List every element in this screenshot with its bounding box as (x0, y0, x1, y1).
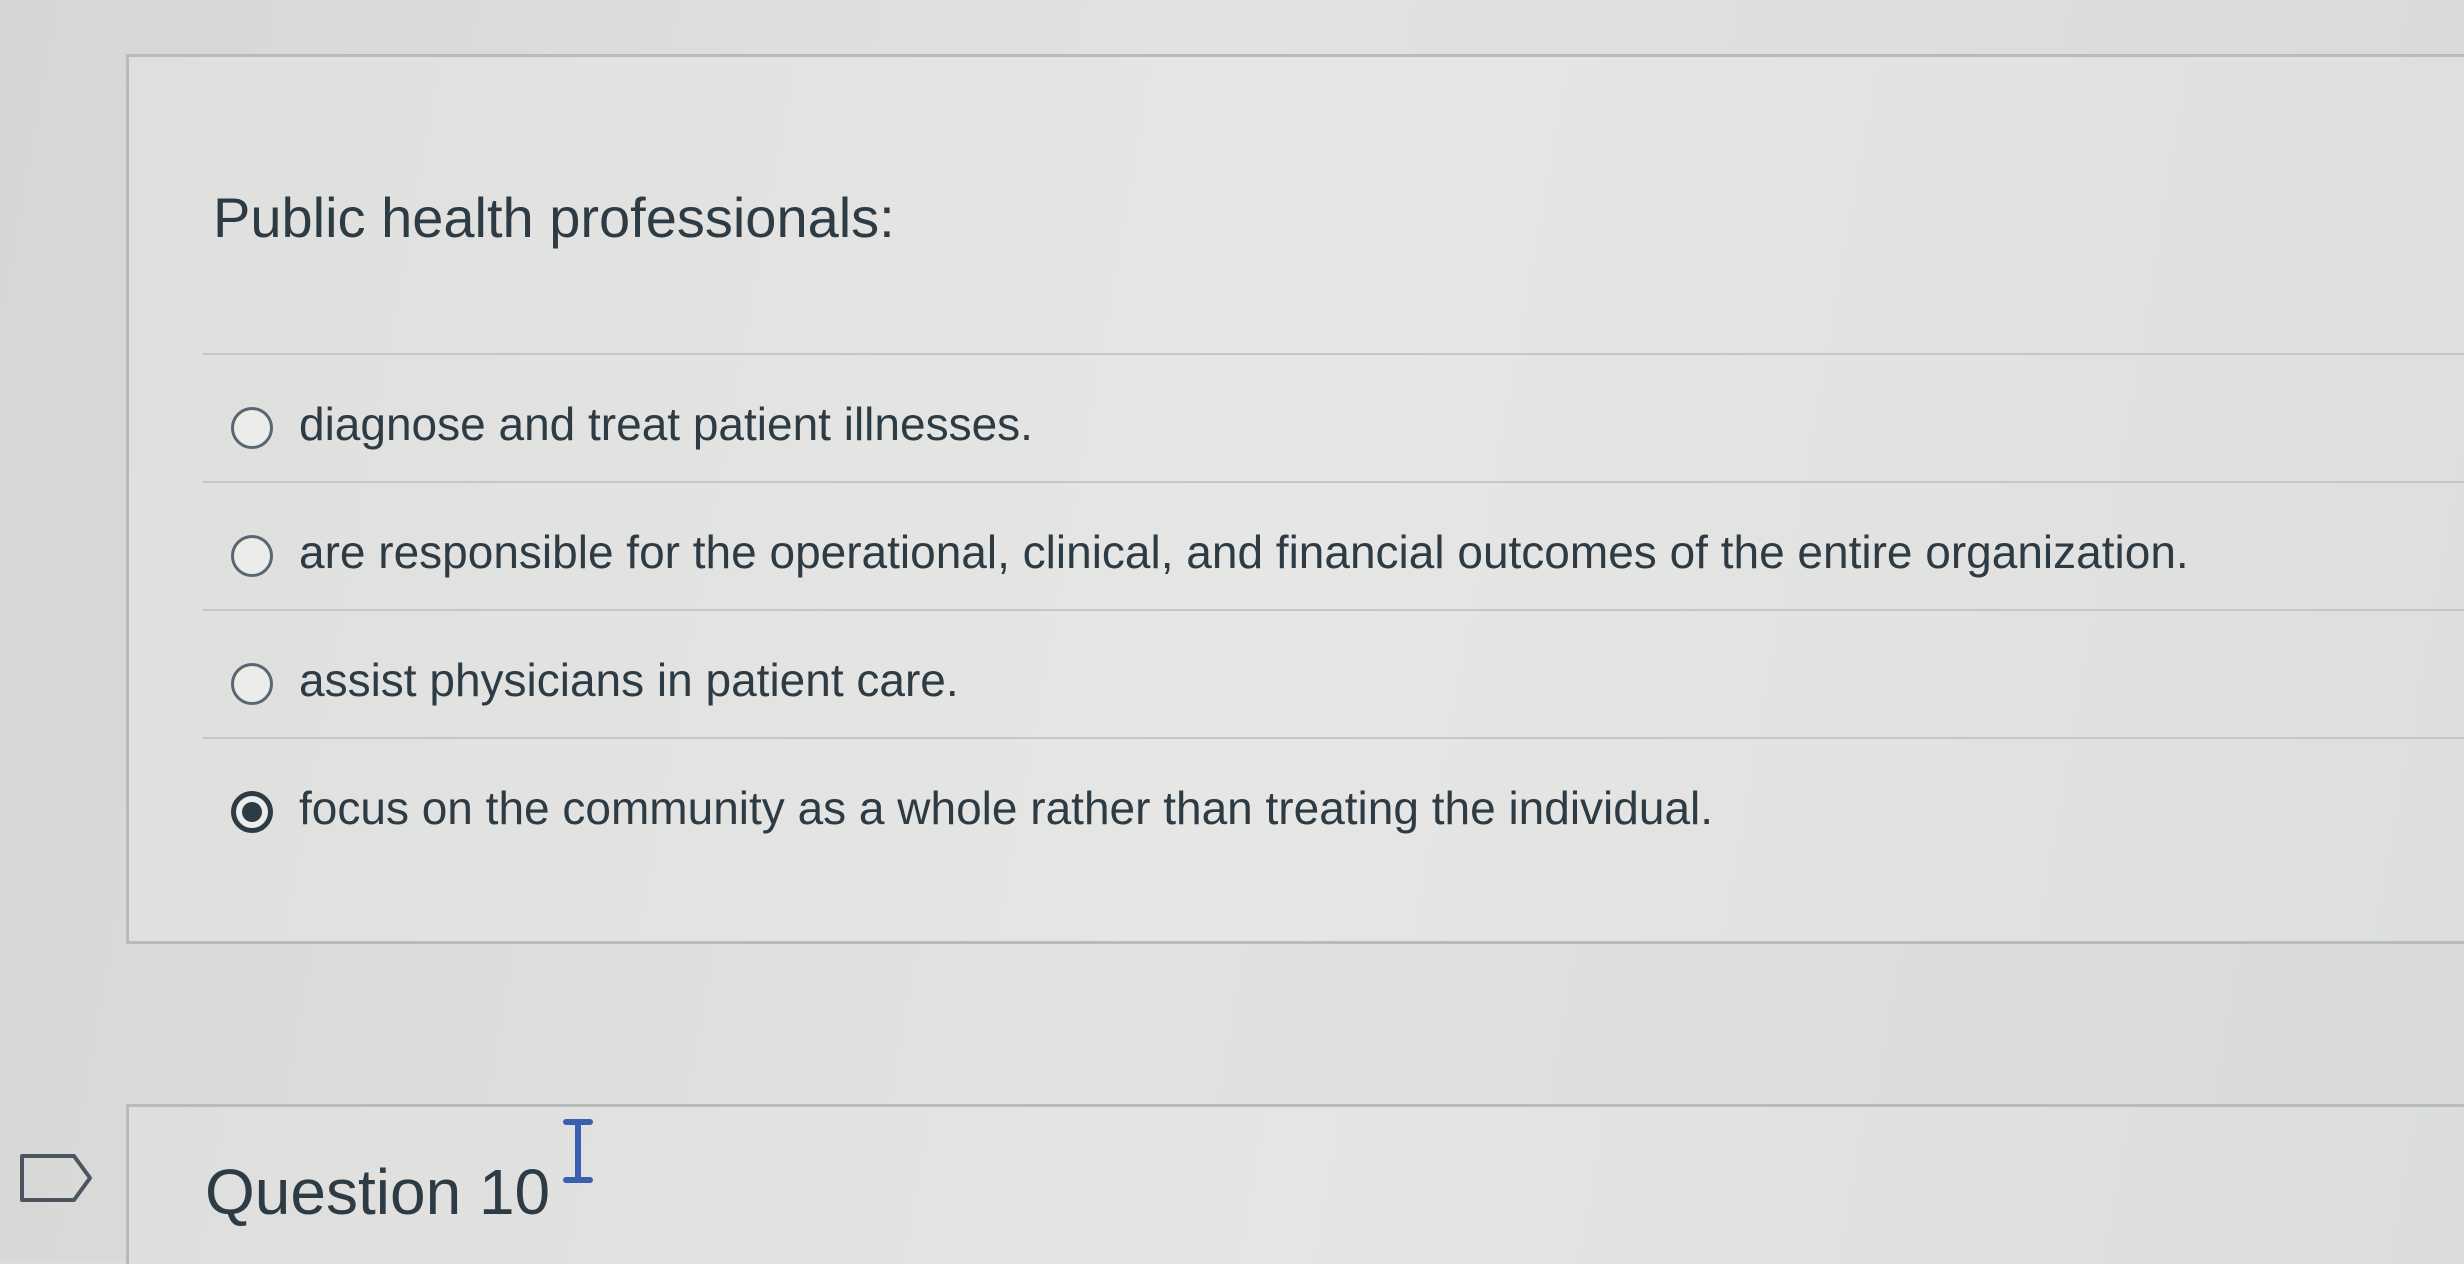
radio-selected-dot (242, 802, 262, 822)
radio-button-selected[interactable] (231, 791, 273, 833)
answer-option[interactable]: assist physicians in patient care. (203, 609, 2464, 737)
radio-button[interactable] (231, 663, 273, 705)
answer-label[interactable]: assist physicians in patient care. (299, 653, 959, 707)
flag-outline-icon[interactable] (18, 1148, 98, 1208)
question-card: Public health professionals: diagnose an… (126, 54, 2464, 944)
answer-option[interactable]: are responsible for the operational, cli… (203, 481, 2464, 609)
answer-option[interactable]: focus on the community as a whole rather… (203, 737, 2464, 865)
text-cursor-icon (563, 1119, 593, 1183)
answers-list: diagnose and treat patient illnesses. ar… (203, 353, 2464, 865)
radio-button[interactable] (231, 407, 273, 449)
next-question-card: Question 10 (126, 1104, 2464, 1264)
radio-button[interactable] (231, 535, 273, 577)
answer-option[interactable]: diagnose and treat patient illnesses. (203, 353, 2464, 481)
question-text: Public health professionals: (213, 186, 895, 249)
answer-label[interactable]: are responsible for the operational, cli… (299, 525, 2189, 579)
question-title: Question 10 (205, 1156, 551, 1228)
answer-label[interactable]: focus on the community as a whole rather… (299, 781, 1713, 835)
answer-label[interactable]: diagnose and treat patient illnesses. (299, 397, 1033, 451)
